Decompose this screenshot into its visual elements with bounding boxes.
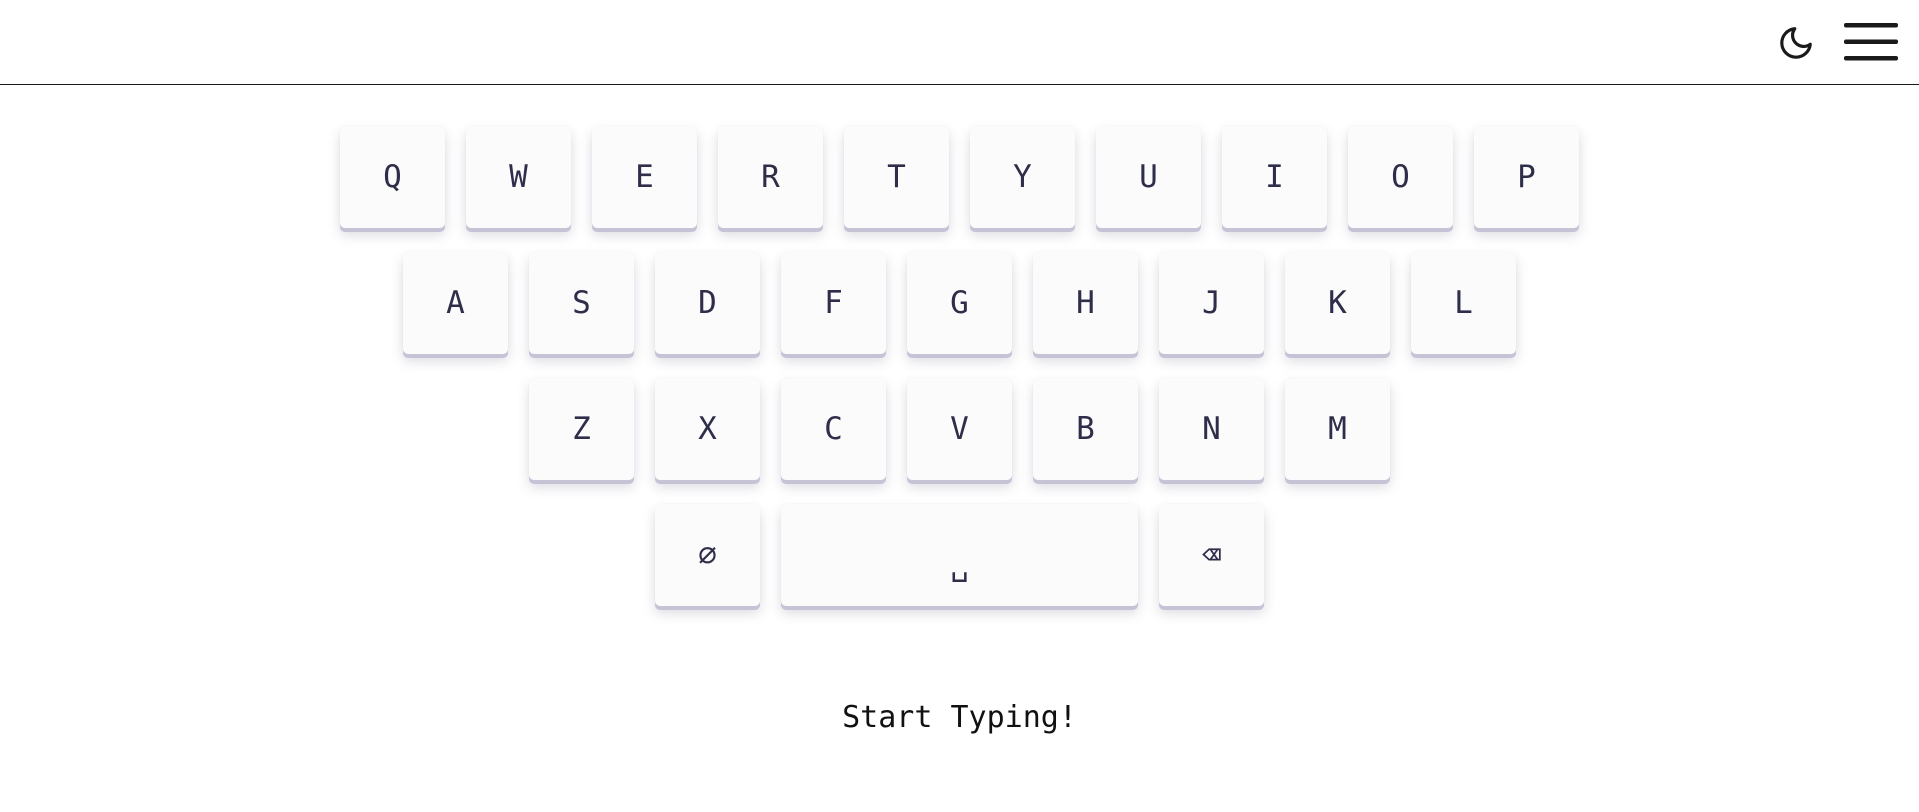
- key-c[interactable]: C: [781, 378, 886, 480]
- key-l[interactable]: L: [1411, 252, 1516, 354]
- key-b[interactable]: B: [1033, 378, 1138, 480]
- key-d[interactable]: D: [655, 252, 760, 354]
- key-v[interactable]: V: [907, 378, 1012, 480]
- key-label: T: [887, 159, 906, 195]
- keyboard-row: ∅ ␣ ⌫: [0, 504, 1919, 609]
- key-label: J: [1202, 285, 1221, 321]
- key-label: U: [1139, 159, 1158, 195]
- key-r[interactable]: R: [718, 126, 823, 228]
- key-label: Q: [383, 159, 402, 195]
- key-label: G: [950, 285, 969, 321]
- keyboard-row: ASDFGHJKL: [0, 252, 1919, 357]
- key-z[interactable]: Z: [529, 378, 634, 480]
- status-message: Start Typing!: [842, 700, 1077, 735]
- key-a[interactable]: A: [403, 252, 508, 354]
- key-label: A: [446, 285, 465, 321]
- key-g[interactable]: G: [907, 252, 1012, 354]
- key-k[interactable]: K: [1285, 252, 1390, 354]
- key-label: W: [509, 159, 528, 195]
- key-y[interactable]: Y: [970, 126, 1075, 228]
- key-t[interactable]: T: [844, 126, 949, 228]
- keyboard-row: ZXCVBNM: [0, 378, 1919, 483]
- key-label: L: [1454, 285, 1473, 321]
- key-label: O: [1391, 159, 1410, 195]
- key-label: D: [698, 285, 717, 321]
- key-n[interactable]: N: [1159, 378, 1264, 480]
- key-label: Z: [572, 411, 591, 447]
- key-label: N: [1202, 411, 1221, 447]
- hamburger-menu-icon: [1844, 23, 1898, 61]
- key-m[interactable]: M: [1285, 378, 1390, 480]
- key-i[interactable]: I: [1222, 126, 1327, 228]
- backspace-key[interactable]: ⌫: [1159, 504, 1264, 606]
- key-u[interactable]: U: [1096, 126, 1201, 228]
- key-w[interactable]: W: [466, 126, 571, 228]
- top-bar: [0, 0, 1919, 85]
- key-x[interactable]: X: [655, 378, 760, 480]
- key-f[interactable]: F: [781, 252, 886, 354]
- key-label: I: [1265, 159, 1284, 195]
- key-j[interactable]: J: [1159, 252, 1264, 354]
- key-h[interactable]: H: [1033, 252, 1138, 354]
- key-label: B: [1076, 411, 1095, 447]
- key-label: H: [1076, 285, 1095, 321]
- key-label: X: [698, 411, 717, 447]
- keyboard-row: QWERTYUIOP: [0, 126, 1919, 231]
- key-label: ␣: [950, 547, 969, 583]
- key-label: R: [761, 159, 780, 195]
- key-q[interactable]: Q: [340, 126, 445, 228]
- key-label: S: [572, 285, 591, 321]
- space-key[interactable]: ␣: [781, 504, 1138, 606]
- key-s[interactable]: S: [529, 252, 634, 354]
- key-o[interactable]: O: [1348, 126, 1453, 228]
- clear-key[interactable]: ∅: [655, 504, 760, 606]
- key-label: ∅: [698, 537, 717, 573]
- key-label: F: [824, 285, 843, 321]
- key-label: Y: [1013, 159, 1032, 195]
- key-label: C: [824, 411, 843, 447]
- key-label: V: [950, 411, 969, 447]
- key-label: E: [635, 159, 654, 195]
- key-label: M: [1328, 411, 1347, 447]
- key-label: P: [1517, 159, 1536, 195]
- on-screen-keyboard: Q W E R T Y U I O P A S D F G H J K L Z X C V B N M ∅ ␣ ⌫: [0, 126, 1919, 630]
- key-label: K: [1328, 285, 1347, 321]
- menu-button[interactable]: [1843, 19, 1899, 65]
- key-p[interactable]: P: [1474, 126, 1579, 228]
- theme-toggle-button[interactable]: [1774, 21, 1818, 65]
- key-label: ⌫: [1202, 537, 1221, 573]
- key-e[interactable]: E: [592, 126, 697, 228]
- moon-icon: [1780, 27, 1812, 59]
